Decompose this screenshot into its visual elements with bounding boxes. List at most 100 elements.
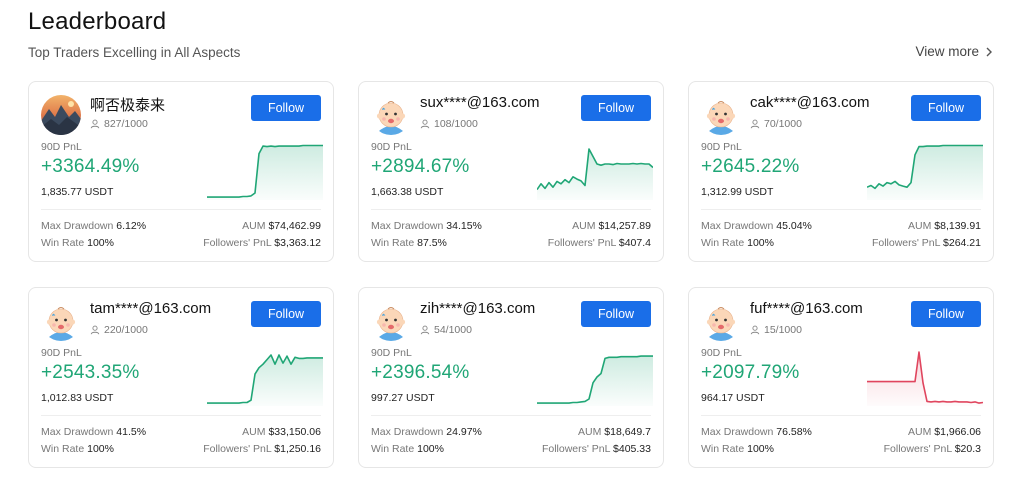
trader-name[interactable]: zih****@163.com xyxy=(420,300,535,317)
stat-row-2: Win Rate 100% Followers' PnL $20.3 xyxy=(701,443,981,455)
sparkline-area xyxy=(867,145,983,200)
followers-value: 70/1000 xyxy=(764,118,802,130)
followers-value: 827/1000 xyxy=(104,118,148,130)
win-rate: Win Rate 87.5% xyxy=(371,237,447,249)
pnl-sparkline xyxy=(537,148,653,200)
win-rate: Win Rate 100% xyxy=(41,237,114,249)
page-subtitle: Top Traders Excelling in All Aspects xyxy=(28,45,241,60)
view-more-label: View more xyxy=(915,44,979,59)
pnl-percent: +2645.22% xyxy=(701,156,800,177)
stat-row-1: Max Drawdown 41.5% AUM $33,150.06 xyxy=(41,426,321,438)
trader-card-3[interactable]: cak****@163.com 70/1000 Follow 90D PnL +… xyxy=(688,81,994,262)
pnl-percent: +2396.54% xyxy=(371,362,470,383)
baby-avatar xyxy=(371,95,411,135)
stat-row-2: Win Rate 100% Followers' PnL $1,250.16 xyxy=(41,443,321,455)
max-drawdown: Max Drawdown 45.04% xyxy=(701,220,812,232)
followers-value: 220/1000 xyxy=(104,324,148,336)
followers-count: 54/1000 xyxy=(420,324,472,336)
divider xyxy=(371,209,651,210)
pnl-usdt: 1,012.83 USDT xyxy=(41,392,114,404)
trader-card-4[interactable]: tam****@163.com 220/1000 Follow 90D PnL … xyxy=(28,287,334,468)
win-rate: Win Rate 100% xyxy=(701,237,774,249)
trader-name[interactable]: tam****@163.com xyxy=(90,300,211,317)
trader-card-6[interactable]: fuf****@163.com 15/1000 Follow 90D PnL +… xyxy=(688,287,994,468)
trader-name[interactable]: sux****@163.com xyxy=(420,94,539,111)
follow-button[interactable]: Follow xyxy=(581,95,651,121)
chevron-right-icon xyxy=(986,47,992,56)
user-icon xyxy=(420,119,430,129)
stat-row-2: Win Rate 100% Followers' PnL $405.33 xyxy=(371,443,651,455)
pnl-sparkline xyxy=(207,144,323,200)
divider xyxy=(701,415,981,416)
divider xyxy=(41,415,321,416)
stat-row-1: Max Drawdown 45.04% AUM $8,139.91 xyxy=(701,220,981,232)
max-drawdown: Max Drawdown 76.58% xyxy=(701,426,812,438)
followers-pnl: Followers' PnL $3,363.12 xyxy=(203,237,321,249)
pnl-usdt: 997.27 USDT xyxy=(371,392,435,404)
trader-card-5[interactable]: zih****@163.com 54/1000 Follow 90D PnL +… xyxy=(358,287,664,468)
aum: AUM $18,649.7 xyxy=(578,426,651,438)
user-icon xyxy=(420,325,430,335)
stat-row-1: Max Drawdown 76.58% AUM $1,966.06 xyxy=(701,426,981,438)
pnl-label: 90D PnL xyxy=(371,347,412,359)
user-icon xyxy=(750,119,760,129)
aum: AUM $74,462.99 xyxy=(242,220,321,232)
stat-row-2: Win Rate 100% Followers' PnL $264.21 xyxy=(701,237,981,249)
trader-name[interactable]: cak****@163.com xyxy=(750,94,869,111)
trader-card-2[interactable]: sux****@163.com 108/1000 Follow 90D PnL … xyxy=(358,81,664,262)
user-icon xyxy=(90,119,100,129)
pnl-label: 90D PnL xyxy=(371,141,412,153)
aum: AUM $1,966.06 xyxy=(908,426,981,438)
follow-button[interactable]: Follow xyxy=(911,95,981,121)
pnl-percent: +2097.79% xyxy=(701,362,800,383)
follow-button[interactable]: Follow xyxy=(251,95,321,121)
follow-button[interactable]: Follow xyxy=(911,301,981,327)
baby-avatar xyxy=(371,301,411,341)
pnl-sparkline xyxy=(537,355,653,406)
max-drawdown: Max Drawdown 24.97% xyxy=(371,426,482,438)
followers-pnl: Followers' PnL $405.33 xyxy=(541,443,651,455)
followers-value: 15/1000 xyxy=(764,324,802,336)
max-drawdown: Max Drawdown 41.5% xyxy=(41,426,147,438)
trader-name[interactable]: 啊否极泰来 xyxy=(90,94,165,115)
aum: AUM $14,257.89 xyxy=(572,220,651,232)
followers-count: 70/1000 xyxy=(750,118,802,130)
pnl-usdt: 1,835.77 USDT xyxy=(41,186,114,198)
pnl-percent: +3364.49% xyxy=(41,156,140,177)
pnl-label: 90D PnL xyxy=(41,141,82,153)
stat-row-1: Max Drawdown 24.97% AUM $18,649.7 xyxy=(371,426,651,438)
pnl-label: 90D PnL xyxy=(701,347,742,359)
stat-row-2: Win Rate 87.5% Followers' PnL $407.4 xyxy=(371,237,651,249)
pnl-sparkline xyxy=(867,351,983,406)
landscape-avatar xyxy=(41,95,81,135)
stat-row-2: Win Rate 100% Followers' PnL $3,363.12 xyxy=(41,237,321,249)
pnl-label: 90D PnL xyxy=(701,141,742,153)
win-rate: Win Rate 100% xyxy=(41,443,114,455)
pnl-usdt: 1,663.38 USDT xyxy=(371,186,444,198)
followers-pnl: Followers' PnL $1,250.16 xyxy=(203,443,321,455)
page-title: Leaderboard xyxy=(28,8,167,35)
pnl-label: 90D PnL xyxy=(41,347,82,359)
pnl-percent: +2543.35% xyxy=(41,362,140,383)
user-icon xyxy=(750,325,760,335)
baby-avatar xyxy=(701,95,741,135)
divider xyxy=(371,415,651,416)
sparkline-area xyxy=(537,149,653,200)
divider xyxy=(701,209,981,210)
sparkline-area xyxy=(207,145,323,200)
followers-pnl: Followers' PnL $407.4 xyxy=(547,237,651,249)
win-rate: Win Rate 100% xyxy=(371,443,444,455)
trader-name[interactable]: fuf****@163.com xyxy=(750,300,863,317)
user-icon xyxy=(90,325,100,335)
pnl-usdt: 964.17 USDT xyxy=(701,392,765,404)
max-drawdown: Max Drawdown 6.12% xyxy=(41,220,147,232)
trader-card-1[interactable]: 啊否极泰来 827/1000 Follow 90D PnL +3364.49% … xyxy=(28,81,334,262)
aum: AUM $8,139.91 xyxy=(908,220,981,232)
followers-count: 15/1000 xyxy=(750,324,802,336)
followers-pnl: Followers' PnL $20.3 xyxy=(883,443,981,455)
follow-button[interactable]: Follow xyxy=(581,301,651,327)
follow-button[interactable]: Follow xyxy=(251,301,321,327)
pnl-usdt: 1,312.99 USDT xyxy=(701,186,774,198)
followers-value: 108/1000 xyxy=(434,118,478,130)
view-more-link[interactable]: View more xyxy=(915,44,994,59)
